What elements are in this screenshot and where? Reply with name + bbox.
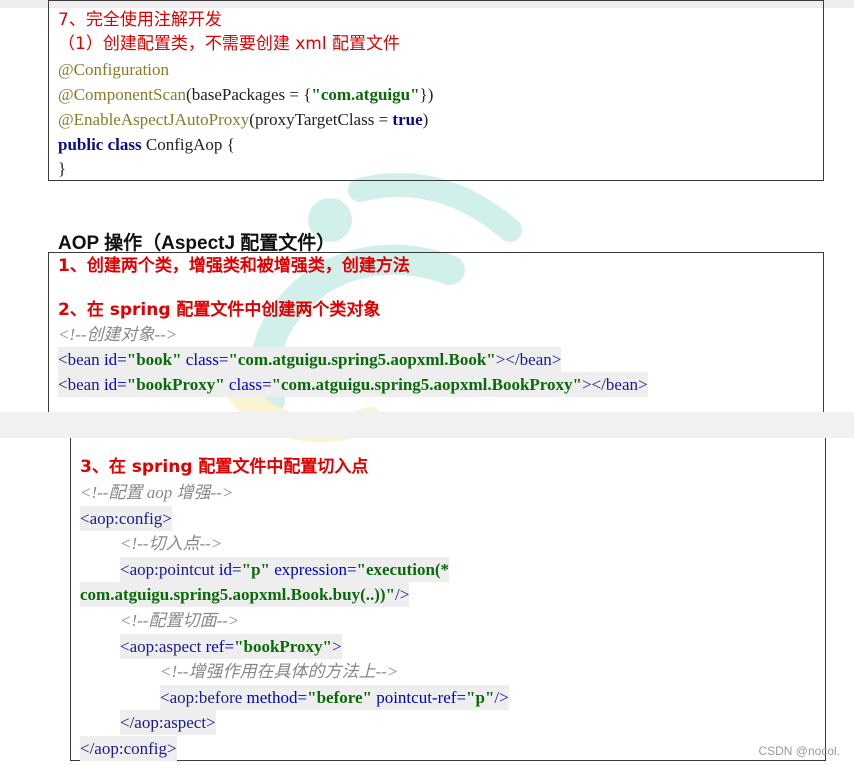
aspect-ref-attr: ref= [205, 637, 235, 656]
csdn-credit: CSDN @nocol. [758, 744, 840, 758]
class-val: "com.atguigu.spring5.aopxml.Book" [228, 350, 496, 369]
id-attr: id= [103, 350, 127, 369]
before-pc-val: "p" [466, 688, 495, 707]
pointcut-id-val: "p" [241, 560, 270, 579]
code-line-close-brace: } [58, 159, 67, 178]
class-val: "com.atguigu.spring5.aopxml.BookProxy" [271, 375, 582, 394]
before-close: /> [494, 688, 509, 707]
code-line-bean-book: <bean id="book" class="com.atguigu.sprin… [58, 347, 562, 372]
ann-componentscan: @ComponentScan [58, 85, 187, 104]
aop-heading: AOP 操作（AspectJ 配置文件） [58, 233, 336, 254]
args: (proxyTargetClass = [249, 110, 393, 129]
aop-config-close: </aop:config> [80, 736, 177, 761]
step3-text: 3、在 spring 配置文件中配置切入点 [80, 457, 369, 477]
args: (basePackages = { [186, 85, 312, 104]
subtitle-text: （1）创建配置类，不需要创建 xml 配置文件 [58, 34, 400, 54]
aspect-close: </aop:aspect> [120, 710, 216, 735]
id-attr: id= [103, 375, 127, 394]
step2-text: 2、在 spring 配置文件中创建两个类对象 [58, 300, 381, 320]
pointcut-expr-val: "execution(* [356, 560, 450, 579]
aspect-ref-val: "bookProxy" [234, 637, 332, 656]
aspect-open-end: > [331, 637, 342, 656]
code-line-pointcut-cont: com.atguigu.spring5.aopxml.Book.buy(..))… [80, 582, 410, 607]
step1-text: 1、创建两个类，增强类和被增强类，创建方法 [58, 256, 410, 276]
pointcut-close: /> [395, 585, 410, 604]
bean-open: <bean [58, 375, 104, 394]
id-val: "book" [126, 350, 182, 369]
before-pc-attr: pointcut-ref= [371, 688, 467, 707]
code-line-configuration: @Configuration [58, 60, 170, 79]
comment-before: <!--增强作用在具体的方法上--> [160, 662, 399, 681]
code-line-enableaspectj: @EnableAspectJAutoProxy(proxyTargetClass… [58, 107, 428, 132]
class-attr: class= [181, 350, 229, 369]
before-method-attr: method= [246, 688, 308, 707]
page-gap [0, 412, 854, 438]
bean-open: <bean [58, 350, 104, 369]
pointcut-expr-val-cont: com.atguigu.spring5.aopxml.Book.buy(..))… [80, 585, 396, 604]
bean-close: ></bean> [495, 350, 562, 369]
comment-pointcut: <!--切入点--> [120, 534, 223, 553]
args-end: }) [419, 85, 434, 104]
package-string: "com.atguigu" [311, 85, 420, 104]
aop-config-open: <aop:config> [80, 506, 172, 531]
comment-create-objects: <!--创建对象--> [58, 325, 178, 344]
true-literal: true [392, 110, 423, 129]
aspect-open: <aop:aspect [120, 637, 206, 656]
section7-subtitle: （1）创建配置类，不需要创建 xml 配置文件 [58, 32, 400, 57]
code-line-before: <aop:before method="before" pointcut-ref… [160, 685, 509, 710]
bean-close: ></bean> [582, 375, 648, 394]
before-open: <aop:before [160, 688, 247, 707]
section7-title: 7、完全使用注解开发 [58, 10, 222, 30]
code-line-aspect: <aop:aspect ref="bookProxy"> [120, 634, 342, 659]
comment-aop-enhance: <!--配置 aop 增强--> [80, 483, 234, 502]
before-method-val: "before" [307, 688, 372, 707]
class-name: ConfigAop { [141, 135, 235, 154]
pointcut-id-attr: id= [218, 560, 242, 579]
id-val: "bookProxy" [126, 375, 225, 394]
code-line-bean-bookproxy: <bean id="bookProxy" class="com.atguigu.… [58, 372, 648, 397]
code-line-pointcut: <aop:pointcut id="p" expression="executi… [120, 557, 450, 582]
class-attr: class= [224, 375, 272, 394]
pointcut-expr-attr: expression= [269, 560, 357, 579]
code-line-class-decl: public class ConfigAop { [58, 132, 235, 157]
code-line-componentscan: @ComponentScan(basePackages = {"com.atgu… [58, 82, 433, 107]
kw-class: class [107, 135, 142, 154]
ann-enableaspectj: @EnableAspectJAutoProxy [58, 110, 250, 129]
pointcut-open: <aop:pointcut [120, 560, 219, 579]
kw-public: public [58, 135, 104, 154]
comment-aspect: <!--配置切面--> [120, 611, 240, 630]
args-end: ) [422, 110, 429, 129]
